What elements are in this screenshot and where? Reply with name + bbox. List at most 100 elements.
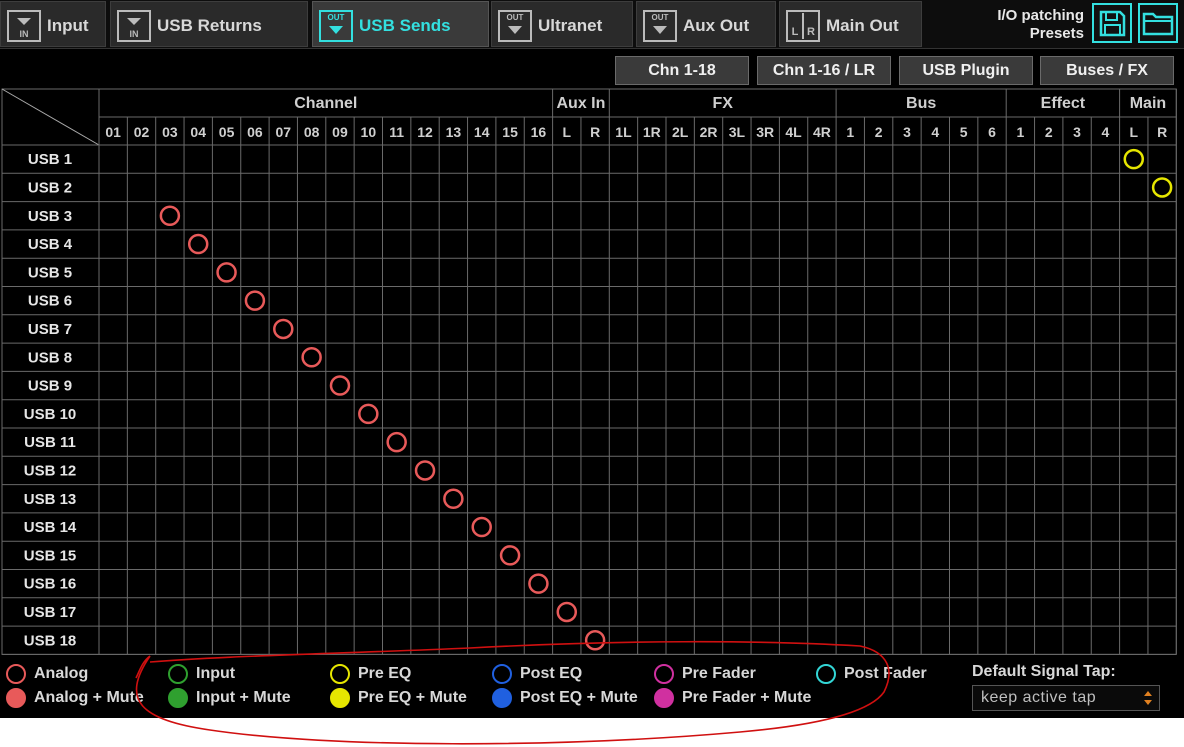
column-label: 16 [531, 124, 547, 140]
column-label: 10 [361, 124, 377, 140]
folder-icon [1142, 12, 1174, 36]
column-label: 5 [960, 124, 968, 140]
input-icon: IN [117, 10, 151, 42]
default-signal-tap-select[interactable]: keep active tap [972, 685, 1160, 711]
column-label: 2 [1045, 124, 1053, 140]
column-label: 3 [1073, 124, 1081, 140]
tab-aux-out-label: Aux Out [683, 16, 750, 35]
row-label: USB 2 [28, 179, 72, 196]
row-label: USB 8 [28, 349, 72, 366]
svg-text:OUT: OUT [652, 13, 669, 22]
legend-swatch [6, 688, 26, 708]
svg-text:IN: IN [20, 29, 29, 39]
svg-text:OUT: OUT [328, 13, 345, 22]
tab-usb-sends-label: USB Sends [359, 16, 451, 35]
group-label: FX [712, 95, 733, 112]
row-label: USB 9 [28, 378, 72, 395]
group-label: Channel [294, 95, 357, 112]
svg-text:IN: IN [130, 29, 139, 39]
row-label: USB 6 [28, 293, 72, 310]
column-label: 06 [247, 124, 263, 140]
routing-matrix: Channel Aux In FX Bus Effect Main 01 02 03 04 05 06… [1, 88, 1177, 655]
legend-swatch [330, 688, 350, 708]
column-label: 4 [1102, 124, 1110, 140]
column-label: 03 [162, 124, 178, 140]
group-label: Aux In [557, 95, 606, 112]
column-label: R [590, 124, 600, 140]
save-icon [1099, 10, 1126, 37]
svg-text:R: R [807, 26, 815, 38]
row-label: USB 11 [24, 434, 76, 451]
row-label: USB 12 [24, 462, 77, 479]
row-label: USB 13 [24, 491, 77, 508]
column-label: 04 [190, 124, 206, 140]
column-label: 2 [875, 124, 883, 140]
tab-usb-returns[interactable]: IN USB Returns [110, 1, 308, 47]
tab-input-label: Input [47, 16, 89, 35]
column-label: 4 [931, 124, 939, 140]
open-preset-button[interactable] [1138, 3, 1178, 43]
column-label: 08 [304, 124, 320, 140]
save-preset-button[interactable] [1092, 3, 1132, 43]
legend-swatch [654, 688, 674, 708]
tab-aux-out[interactable]: OUT Aux Out [636, 1, 776, 47]
legend-swatch [6, 664, 26, 684]
tab-ultranet[interactable]: OUT Ultranet [491, 1, 633, 47]
column-label: 3L [729, 124, 746, 140]
column-label: 3R [756, 124, 774, 140]
tab-ultranet-label: Ultranet [538, 16, 603, 35]
column-label: 1 [846, 124, 854, 140]
legend-swatch [816, 664, 836, 684]
output-icon: OUT [319, 10, 353, 42]
tab-input[interactable]: IN Input [0, 1, 106, 47]
legend-swatch [654, 664, 674, 684]
svg-text:L: L [792, 26, 799, 38]
column-label: 2L [672, 124, 689, 140]
input-icon: IN [7, 10, 41, 42]
row-label: USB 14 [24, 519, 77, 536]
row-label: USB 4 [28, 236, 73, 253]
row-label: USB 10 [24, 406, 77, 423]
column-label: 11 [389, 124, 404, 140]
column-label: 12 [417, 124, 433, 140]
svg-text:OUT: OUT [507, 13, 524, 22]
column-label: 01 [105, 124, 121, 140]
column-label: 3 [903, 124, 911, 140]
presets-label: I/O patching Presets [997, 7, 1084, 43]
main-out-icon: L R [786, 10, 820, 42]
patch-panel: Chn 1-18 Chn 1-16 / LR USB Plugin Buses … [0, 48, 1184, 718]
row-label: USB 1 [28, 151, 72, 168]
default-signal-tap-value: keep active tap [981, 689, 1097, 706]
column-label: 15 [502, 124, 518, 140]
column-label: 4L [785, 124, 802, 140]
io-patching-window: IN Input IN USB Returns OUT USB Sends OU… [0, 0, 1184, 718]
column-label: 02 [134, 124, 150, 140]
row-label: USB 3 [28, 208, 72, 225]
default-signal-tap-label: Default Signal Tap: [972, 663, 1116, 680]
presets-label-line1: I/O patching [997, 7, 1084, 24]
tab-bar: IN Input IN USB Returns OUT USB Sends OU… [0, 0, 1184, 48]
column-label: L [1129, 124, 1138, 140]
tab-main-out-label: Main Out [826, 16, 899, 35]
column-label: 07 [275, 124, 291, 140]
row-label: USB 16 [24, 576, 77, 593]
presets-label-line2: Presets [1029, 25, 1084, 42]
column-label: 14 [474, 124, 490, 140]
column-label: 2R [700, 124, 718, 140]
column-label: 4R [813, 124, 831, 140]
tab-usb-sends[interactable]: OUT USB Sends [312, 1, 489, 47]
tab-main-out[interactable]: L R Main Out [779, 1, 922, 47]
row-label: USB 7 [28, 321, 72, 338]
column-label: L [562, 124, 571, 140]
legend-swatch [330, 664, 350, 684]
column-label: 09 [332, 124, 348, 140]
group-label: Bus [906, 95, 936, 112]
group-label: Main [1130, 95, 1166, 112]
row-label: USB 18 [24, 632, 77, 649]
legend-swatch [168, 688, 188, 708]
legend-swatch [168, 664, 188, 684]
column-label: R [1157, 124, 1167, 140]
column-label: 1L [615, 124, 632, 140]
column-label: 05 [219, 124, 235, 140]
row-label: USB 17 [24, 604, 77, 621]
